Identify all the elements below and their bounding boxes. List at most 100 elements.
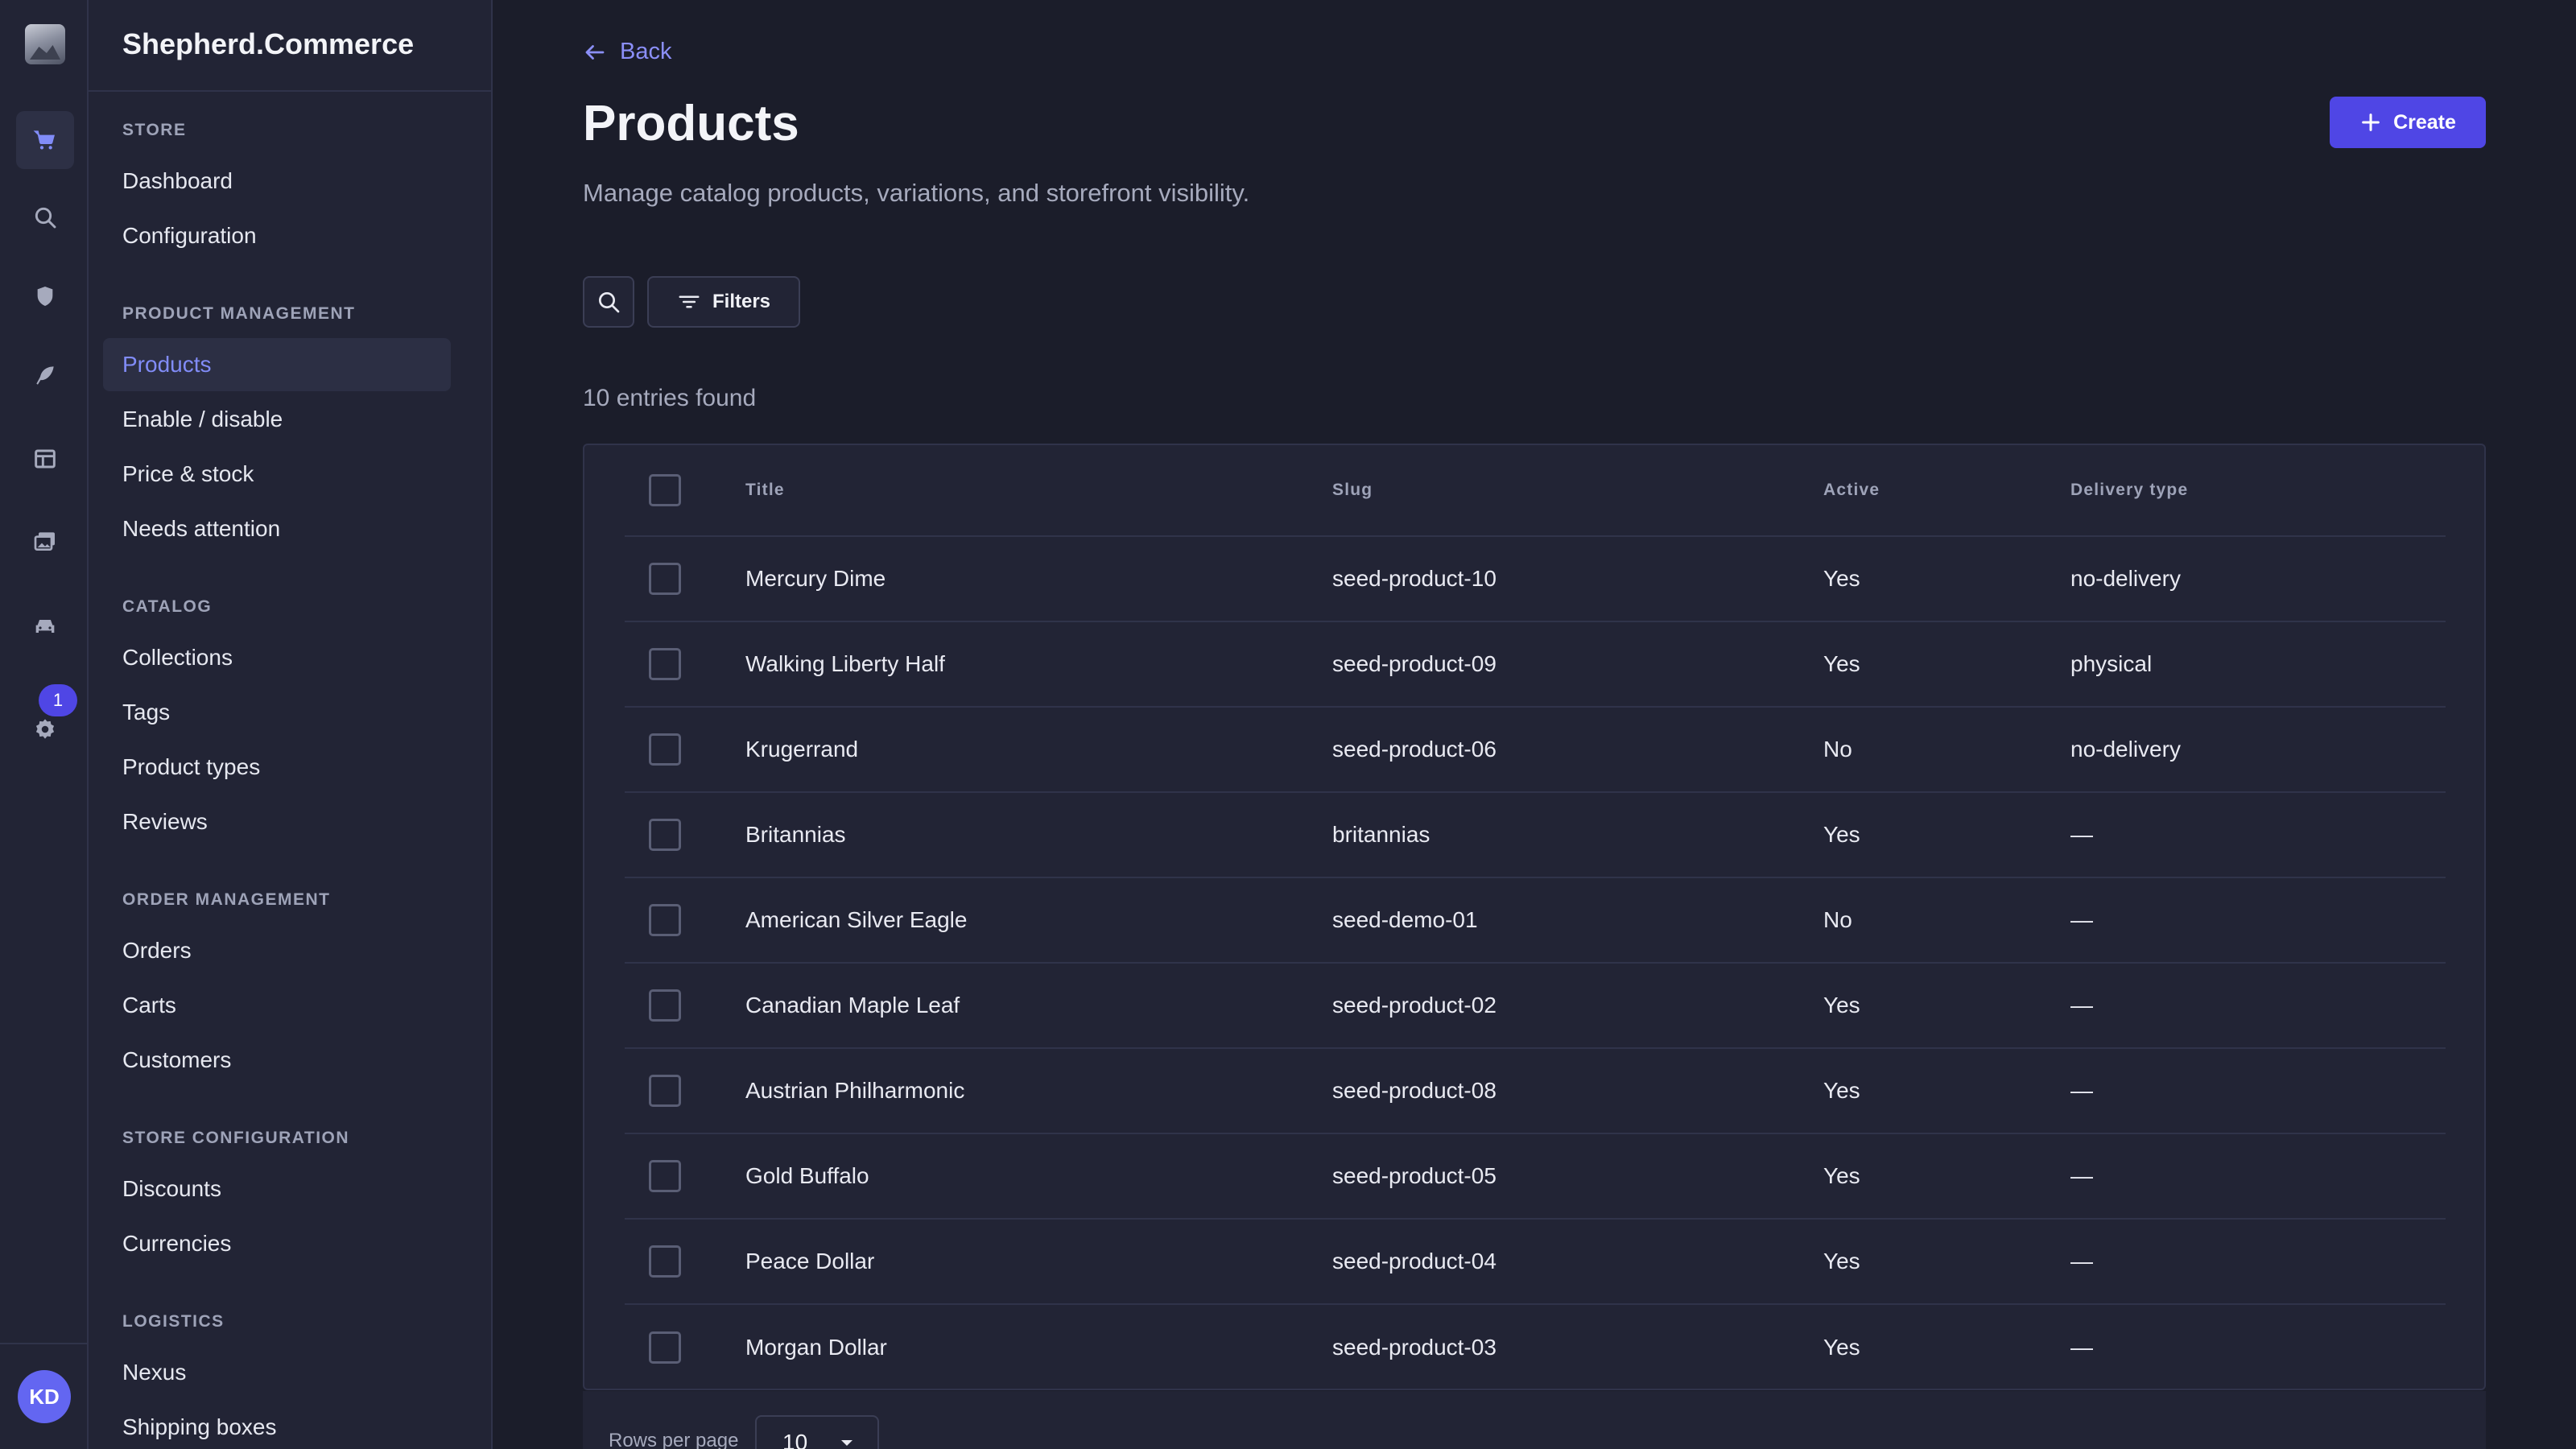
search-icon: [599, 292, 620, 313]
back-link[interactable]: Back: [583, 39, 671, 65]
row-delivery-type: no-delivery: [2070, 737, 2181, 762]
table-row[interactable]: Walking Liberty Half seed-product-09 Yes ph…: [625, 622, 2446, 708]
rows-per-page-value: 10: [782, 1430, 808, 1449]
column-header-delivery-type[interactable]: Delivery type: [2070, 481, 2188, 500]
row-delivery-type: no-delivery: [2070, 566, 2181, 591]
column-header-title[interactable]: Title: [745, 481, 785, 500]
table-row[interactable]: Canadian Maple Leaf seed-product-02 Yes —: [625, 964, 2446, 1049]
arrow-left-icon: [585, 44, 605, 60]
feather-icon[interactable]: [16, 346, 74, 404]
rail-divider: [0, 1343, 89, 1344]
row-title[interactable]: Walking Liberty Half: [745, 651, 945, 677]
table-row[interactable]: Peace Dollar seed-product-04 Yes —: [625, 1220, 2446, 1305]
chevron-down-icon: [841, 1440, 852, 1446]
cart-icon[interactable]: [16, 111, 74, 169]
row-title[interactable]: Mercury Dime: [745, 566, 886, 592]
nav-section-store-configuration: Store configuration: [122, 1129, 350, 1147]
row-slug: seed-product-09: [1332, 651, 1496, 676]
row-slug: seed-product-02: [1332, 993, 1496, 1018]
filter-lines-icon: [679, 295, 700, 308]
layout-icon[interactable]: [16, 430, 74, 488]
nav-section-product-management: Product management: [122, 304, 356, 323]
app-brand[interactable]: Shepherd.Commerce: [122, 27, 414, 61]
row-delivery-type: —: [2070, 1078, 2093, 1103]
row-title[interactable]: Austrian Philharmonic: [745, 1078, 964, 1104]
search-button[interactable]: [583, 276, 634, 328]
row-title[interactable]: Peace Dollar: [745, 1249, 874, 1274]
nav-section-logistics: Logistics: [122, 1312, 225, 1331]
row-title[interactable]: Gold Buffalo: [745, 1163, 869, 1189]
rows-per-page-label: Rows per page: [609, 1430, 739, 1449]
create-button[interactable]: Create: [2330, 97, 2486, 148]
sidebar-item-carts[interactable]: Carts: [103, 979, 451, 1032]
sidebar-item-enable-disable[interactable]: Enable / disable: [103, 393, 451, 446]
row-checkbox[interactable]: [649, 1160, 681, 1192]
car-icon[interactable]: [16, 597, 74, 655]
table-row[interactable]: Britannias britannias Yes —: [625, 793, 2446, 878]
sidebar-nav: Shepherd.Commerce Store Dashboard Config…: [89, 0, 493, 1449]
row-title[interactable]: American Silver Eagle: [745, 907, 967, 933]
table-row[interactable]: Mercury Dime seed-product-10 Yes no-deliver…: [625, 537, 2446, 622]
table-row[interactable]: Morgan Dollar seed-product-03 Yes —: [625, 1305, 2446, 1390]
row-checkbox[interactable]: [649, 1331, 681, 1364]
sidebar-item-configuration[interactable]: Configuration: [103, 209, 451, 262]
store-logo[interactable]: [25, 24, 65, 64]
sidebar-item-tags[interactable]: Tags: [103, 686, 451, 739]
row-active: Yes: [1823, 1249, 1860, 1274]
row-checkbox[interactable]: [649, 648, 681, 680]
shield-icon[interactable]: [16, 267, 74, 325]
sidebar-item-shipping-boxes[interactable]: Shipping boxes: [103, 1401, 451, 1449]
filters-button[interactable]: Filters: [647, 276, 800, 328]
sidebar-item-collections[interactable]: Collections: [103, 631, 451, 684]
row-checkbox[interactable]: [649, 989, 681, 1022]
sidebar-item-reviews[interactable]: Reviews: [103, 795, 451, 848]
row-title[interactable]: Britannias: [745, 822, 846, 848]
user-avatar[interactable]: KD: [18, 1370, 71, 1423]
table-row[interactable]: American Silver Eagle seed-demo-01 No —: [625, 878, 2446, 964]
select-all-checkbox[interactable]: [649, 474, 681, 506]
icon-rail: 1 KD: [0, 0, 89, 1449]
row-title[interactable]: Krugerrand: [745, 737, 858, 762]
products-table: Title Slug Active Delivery type Mercury …: [583, 444, 2486, 1390]
row-active: Yes: [1823, 1163, 1860, 1188]
row-active: No: [1823, 907, 1852, 932]
row-title[interactable]: Canadian Maple Leaf: [745, 993, 960, 1018]
row-delivery-type: —: [2070, 907, 2093, 932]
sidebar-item-customers[interactable]: Customers: [103, 1034, 451, 1087]
sidebar-item-dashboard[interactable]: Dashboard: [103, 155, 451, 208]
row-delivery-type: —: [2070, 822, 2093, 847]
row-checkbox[interactable]: [649, 563, 681, 595]
table-row[interactable]: Gold Buffalo seed-product-05 Yes —: [625, 1134, 2446, 1220]
row-checkbox[interactable]: [649, 904, 681, 936]
filters-button-label: Filters: [712, 291, 771, 312]
rows-per-page-select[interactable]: 10: [755, 1415, 879, 1449]
row-active: No: [1823, 737, 1852, 762]
row-active: Yes: [1823, 651, 1860, 676]
row-checkbox[interactable]: [649, 733, 681, 766]
brand-divider: [89, 90, 491, 92]
search-icon[interactable]: [16, 188, 74, 246]
column-header-active[interactable]: Active: [1823, 481, 1880, 500]
sidebar-item-orders[interactable]: Orders: [103, 924, 451, 977]
sidebar-item-currencies[interactable]: Currencies: [103, 1217, 451, 1270]
row-active: Yes: [1823, 993, 1860, 1018]
back-link-label: Back: [620, 39, 672, 64]
row-delivery-type: —: [2070, 1249, 2093, 1274]
images-icon[interactable]: [16, 512, 74, 570]
row-checkbox[interactable]: [649, 1075, 681, 1107]
sidebar-item-product-types[interactable]: Product types: [103, 741, 451, 794]
sidebar-item-needs-attention[interactable]: Needs attention: [103, 502, 451, 555]
sidebar-item-discounts[interactable]: Discounts: [103, 1162, 451, 1216]
table-row[interactable]: Krugerrand seed-product-06 No no-delivery: [625, 708, 2446, 793]
row-checkbox[interactable]: [649, 1245, 681, 1278]
sidebar-item-price-stock[interactable]: Price & stock: [103, 448, 451, 501]
plus-icon: [2362, 114, 2380, 131]
column-header-slug[interactable]: Slug: [1332, 481, 1373, 500]
sidebar-item-nexus[interactable]: Nexus: [103, 1346, 451, 1399]
row-title[interactable]: Morgan Dollar: [745, 1335, 887, 1360]
row-checkbox[interactable]: [649, 819, 681, 851]
row-slug: seed-product-04: [1332, 1249, 1496, 1274]
sidebar-item-products[interactable]: Products: [103, 338, 451, 391]
row-slug: britannias: [1332, 822, 1430, 847]
table-row[interactable]: Austrian Philharmonic seed-product-08 Yes —: [625, 1049, 2446, 1134]
